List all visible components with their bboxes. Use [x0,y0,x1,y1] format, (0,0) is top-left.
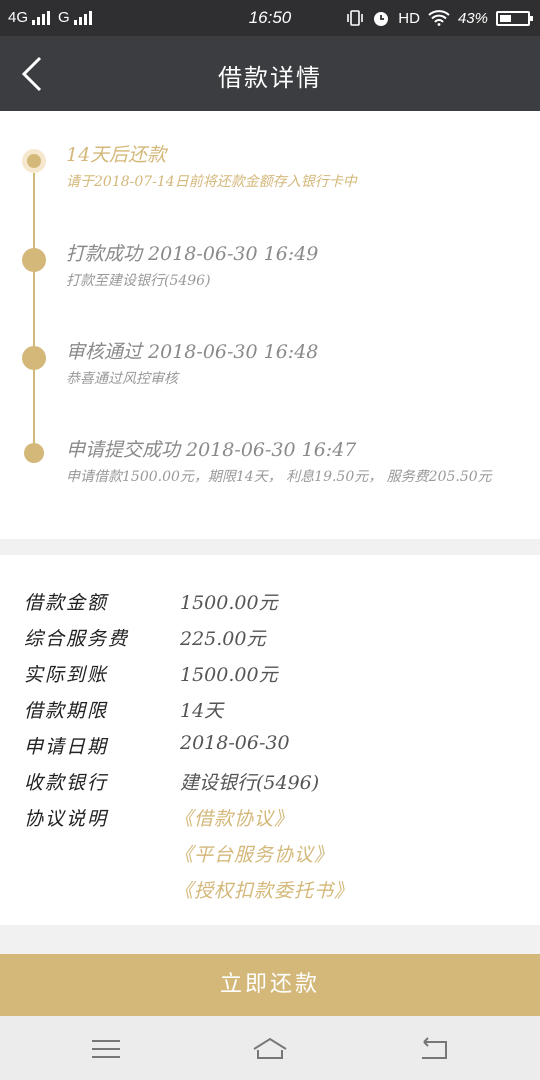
vibrate-icon [347,10,364,26]
timeline-dot [24,443,44,463]
battery-percent: 43% [457,9,488,27]
repay-now-button[interactable]: 立即还款 [0,954,540,1016]
status-bar: 4G G 16:50 HD 43% [0,0,540,36]
system-nav-bar [0,1016,540,1080]
detail-label: 实际到账 [24,664,109,686]
detail-value: 1500.00元 [180,592,278,614]
hd-label: HD [398,9,420,27]
debit-authorization-link[interactable]: 《授权扣款委托书》 [174,876,354,903]
home-icon[interactable] [250,1034,290,1064]
timeline-card: 14天后还款 请于2018-07-14日前将还款金额存入银行卡中 打款成功 20… [0,111,540,539]
detail-row-received: 实际到账 1500.00元 [24,660,524,694]
back-nav-icon[interactable] [414,1034,454,1064]
timeline-title: 审核通过 2018-06-30 16:48 [66,341,319,363]
detail-label: 收款银行 [24,772,109,794]
timeline-dot [22,248,46,272]
platform-service-agreement-link[interactable]: 《平台服务协议》 [174,840,334,867]
loan-details-card: 借款金额 1500.00元 综合服务费 225.00元 实际到账 1500.00… [0,555,540,925]
loan-agreement-link[interactable]: 《借款协议》 [174,804,294,831]
timeline-subtitle: 请于2018-07-14日前将还款金额存入银行卡中 [66,174,357,190]
status-right: HD 43% [346,9,533,27]
detail-label: 申请日期 [24,736,109,758]
battery-fill [500,14,512,22]
page-title: 借款详情 [218,64,322,92]
timeline-title: 14天后还款 [66,144,167,166]
timeline-dot [22,346,46,370]
detail-row-amount: 借款金额 1500.00元 [24,588,524,622]
timeline-subtitle: 恭喜通过风控审核 [66,371,178,387]
detail-value: 225.00元 [180,628,266,650]
menu-icon[interactable] [86,1034,126,1064]
detail-label: 协议说明 [24,808,109,830]
header-bar: 借款详情 [0,36,540,111]
alarm-icon [374,12,389,26]
timeline-title: 打款成功 2018-06-30 16:49 [66,243,319,265]
detail-row-service-fee: 综合服务费 225.00元 [24,624,524,658]
timeline-line [33,161,35,451]
detail-label: 借款期限 [24,700,109,722]
timeline-title: 申请提交成功 2018-06-30 16:47 [66,439,357,461]
detail-row-term: 借款期限 14天 [24,696,524,730]
detail-value: 14天 [180,700,224,722]
detail-value: 1500.00元 [180,664,278,686]
timeline-subtitle: 打款至建设银行(5496) [66,273,211,289]
timeline-subtitle: 申请借款1500.00元，期限14天， 利息19.50元， 服务费205.50元 [66,469,492,485]
timeline-dot-current [22,149,46,173]
detail-value: 建设银行(5496) [180,772,320,794]
detail-label: 借款金额 [24,592,109,614]
detail-value: 2018-06-30 [180,732,290,754]
detail-row-bank: 收款银行 建设银行(5496) [24,768,524,802]
detail-label: 综合服务费 [24,628,130,650]
battery-icon [496,10,533,26]
wifi-icon [428,10,450,26]
detail-row-apply-date: 申请日期 2018-06-30 [24,732,524,766]
